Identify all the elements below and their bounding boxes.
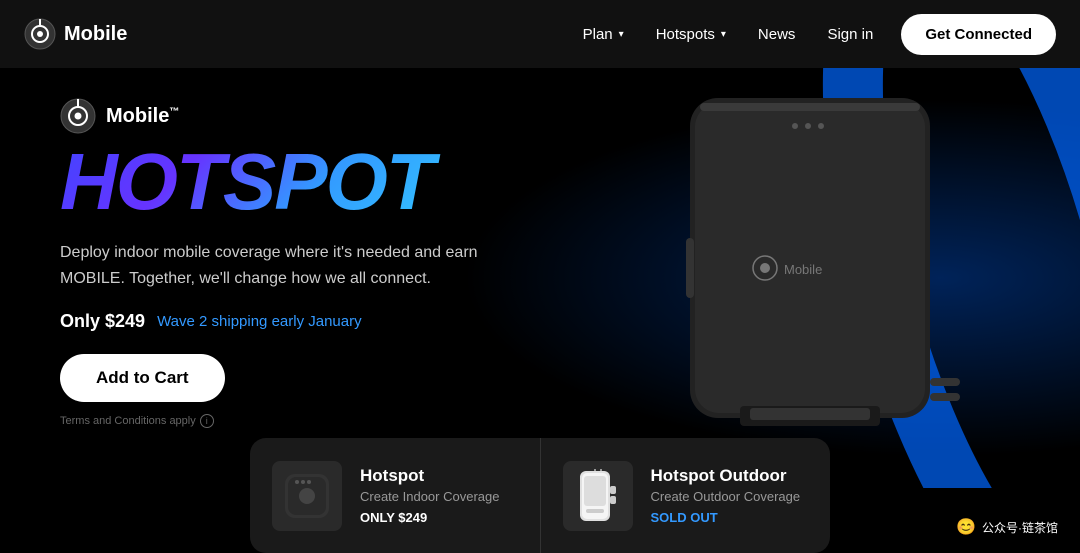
hero-title: HOTSPOT <box>60 142 480 222</box>
nav-news[interactable]: News <box>746 18 808 51</box>
nav-plan[interactable]: Plan ▾ <box>571 18 636 51</box>
watermark-emoji: 😊 <box>956 517 976 537</box>
sign-in-link[interactable]: Sign in <box>815 18 885 51</box>
nav-logo[interactable]: Mobile <box>24 18 127 50</box>
hotspot-outdoor-card-subtitle: Create Outdoor Coverage <box>651 489 801 504</box>
device-area: Mobile <box>500 68 1080 488</box>
nav-logo-text: Mobile <box>64 23 127 46</box>
product-cards: Hotspot Create Indoor Coverage ONLY $249… <box>0 438 1080 553</box>
hotspots-chevron-icon: ▾ <box>721 29 726 40</box>
price-row: Only $249 Wave 2 shipping early January <box>60 311 480 332</box>
brand-logo-icon <box>60 98 96 134</box>
hotspot-card-title: Hotspot <box>360 466 499 486</box>
brand-row: Mobile™ <box>60 98 480 134</box>
watermark-text: 公众号·链茶馆 <box>982 519 1058 536</box>
navbar: Mobile Plan ▾ Hotspots ▾ News Sign in Ge… <box>0 0 1080 68</box>
hotspot-outdoor-card[interactable]: Hotspot Outdoor Create Outdoor Coverage … <box>541 438 831 553</box>
svg-text:Mobile: Mobile <box>784 262 822 277</box>
get-connected-button[interactable]: Get Connected <box>901 14 1056 55</box>
hotspot-card-subtitle: Create Indoor Coverage <box>360 489 499 504</box>
hotspot-device-image: Mobile <box>500 68 1080 488</box>
logo-icon <box>24 18 56 50</box>
nav-hotspots[interactable]: Hotspots ▾ <box>644 18 738 51</box>
hotspot-outdoor-card-title: Hotspot Outdoor <box>651 466 801 486</box>
price-label: Only $249 <box>60 311 145 332</box>
add-to-cart-button[interactable]: Add to Cart <box>60 354 225 402</box>
hotspot-outdoor-card-info: Hotspot Outdoor Create Outdoor Coverage … <box>651 466 801 525</box>
terms-label: Terms and Conditions apply <box>60 415 196 427</box>
hero-section: Mobile Mobile™ HOTSPOT Deploy indoor mob… <box>0 68 1080 488</box>
wave-shipping-link[interactable]: Wave 2 shipping early January <box>157 313 362 330</box>
hotspot-card-info: Hotspot Create Indoor Coverage ONLY $249 <box>360 466 499 525</box>
hotspot-outdoor-sold-out: SOLD OUT <box>651 510 801 525</box>
hotspot-card-image <box>272 461 342 531</box>
info-icon[interactable]: i <box>200 414 214 428</box>
terms-row: Terms and Conditions apply i <box>60 414 480 428</box>
plan-chevron-icon: ▾ <box>619 29 624 40</box>
hotspot-card-price: ONLY $249 <box>360 510 499 525</box>
hero-description: Deploy indoor mobile coverage where it's… <box>60 240 480 291</box>
hotspot-card[interactable]: Hotspot Create Indoor Coverage ONLY $249 <box>250 438 541 553</box>
hotspot-outdoor-card-image <box>563 461 633 531</box>
brand-name: Mobile™ <box>106 105 179 128</box>
watermark: 😊 公众号·链茶馆 <box>944 511 1070 543</box>
hero-content: Mobile™ HOTSPOT Deploy indoor mobile cov… <box>60 98 480 428</box>
nav-links: Plan ▾ Hotspots ▾ News Sign in Get Conne… <box>571 14 1056 55</box>
